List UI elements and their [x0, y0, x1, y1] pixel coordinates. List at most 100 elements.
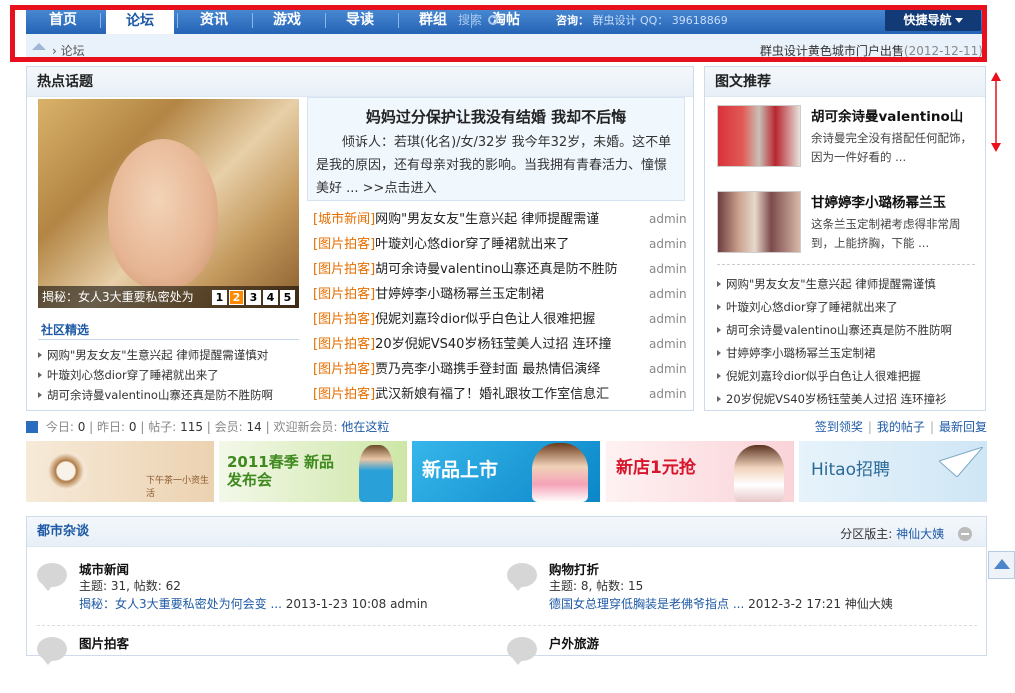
- list-item[interactable]: 20岁倪妮VS40岁杨钰莹美人过招 连环撞衫: [717, 388, 981, 411]
- category-tag[interactable]: [图片拍客]: [313, 382, 375, 407]
- banner-ad-new-arrivals[interactable]: 新品上市: [412, 441, 600, 502]
- topic-author[interactable]: admin: [649, 357, 687, 382]
- table-row[interactable]: [城市新闻] 网购"男友女友"生意兴起 律师提醒需谨 admin: [313, 207, 687, 232]
- forum-name[interactable]: 城市新闻: [79, 559, 129, 578]
- topic-title[interactable]: 武汉新娘有福了！婚礼跟妆工作室信息汇: [375, 382, 649, 407]
- slideshow-caption-text[interactable]: 揭秘：女人3大重要私密处为: [42, 290, 194, 304]
- picture-thumbnail[interactable]: [717, 105, 801, 167]
- last-post-prefix[interactable]: 揭秘：: [79, 597, 115, 611]
- topic-title[interactable]: 网购"男友女友"生意兴起 律师提醒需谨: [375, 207, 649, 232]
- list-item-title[interactable]: 20岁倪妮VS40岁杨钰莹美人过招 连环撞衫: [726, 392, 947, 406]
- last-post-title[interactable]: 德国女总理穿低胸装是老佛爷指点 ...: [549, 597, 744, 611]
- category-tag[interactable]: [图片拍客]: [313, 232, 375, 257]
- topic-author[interactable]: admin: [649, 207, 687, 232]
- topic-author[interactable]: admin: [649, 307, 687, 332]
- search-icon[interactable]: [488, 15, 499, 25]
- topic-title[interactable]: 甘婷婷李小璐杨幂兰玉定制裙: [375, 282, 649, 307]
- list-item[interactable]: 叶璇刘心悠dior穿了睡裙就出来了: [717, 296, 981, 319]
- topic-title[interactable]: 叶璇刘心悠dior穿了睡裙就出来了: [375, 232, 649, 257]
- collapse-icon[interactable]: [958, 527, 972, 541]
- forum-item-photo[interactable]: 图片拍客: [37, 633, 477, 693]
- pager-1[interactable]: 1: [212, 290, 227, 305]
- notice-text[interactable]: 群虫设计黄色城市门户出售: [760, 44, 904, 58]
- picture-title[interactable]: 甘婷婷李小璐杨幂兰玉: [811, 191, 979, 211]
- list-item-title[interactable]: 甘婷婷李小璐杨幂兰玉定制裙: [726, 346, 876, 360]
- list-item[interactable]: 胡可余诗曼valentino山寨还真是防不胜防啊: [717, 319, 981, 342]
- list-item-title[interactable]: 叶璇刘心悠dior穿了睡裙就出来了: [47, 368, 219, 382]
- topic-author[interactable]: admin: [649, 282, 687, 307]
- picture-item[interactable]: 甘婷婷李小璐杨幂兰玉 这条兰玉定制裙考虑得非常周到，上能挤胸，下能 ...: [717, 191, 979, 261]
- nav-search[interactable]: 搜索: [458, 11, 499, 28]
- last-post-title[interactable]: 女人3大重要私密处为何会变 ...: [115, 597, 282, 611]
- latest-replies-link[interactable]: 最新回复: [939, 420, 987, 434]
- slideshow-image[interactable]: 揭秘：女人3大重要私密处为 1 2 3 4 5: [38, 99, 299, 308]
- category-tag[interactable]: [图片拍客]: [313, 282, 375, 307]
- banner-ad-hitao-jobs[interactable]: Hitao招聘: [799, 441, 987, 502]
- table-row[interactable]: [图片拍客] 贾乃亮李小璐携手登封面 最热情侣演绎 admin: [313, 357, 687, 382]
- table-row[interactable]: [图片拍客] 20岁倪妮VS40岁杨钰莹美人过招 连环撞 admin: [313, 332, 687, 357]
- notice[interactable]: 群虫设计黄色城市门户出售(2012-12-11): [760, 42, 983, 59]
- category-tag[interactable]: [城市新闻]: [313, 207, 375, 232]
- featured-body[interactable]: 倾诉人：若琪(化名)/女/32岁 我今年32岁，未婚。这不单是我的原因，还有母亲…: [308, 127, 684, 200]
- back-to-top-button[interactable]: [988, 551, 1015, 579]
- list-item-title[interactable]: 胡可余诗曼valentino山寨还真是防不胜防啊: [47, 388, 273, 402]
- table-row[interactable]: [图片拍客] 武汉新娘有福了！婚礼跟妆工作室信息汇 admin: [313, 382, 687, 407]
- quick-nav-button[interactable]: 快捷导航: [885, 9, 981, 31]
- topic-title[interactable]: 倪妮刘嘉玲dior似乎白色让人很难把握: [375, 307, 649, 332]
- list-item[interactable]: 甘婷婷李小璐杨幂兰玉定制裙: [717, 342, 981, 365]
- list-item-title[interactable]: 倪妮刘嘉玲dior似乎白色让人很难把握: [726, 369, 921, 383]
- newest-member-link[interactable]: 他在这粒: [341, 420, 389, 434]
- featured-title[interactable]: 妈妈过分保护让我没有结婚 我却不后悔: [308, 106, 684, 127]
- breadcrumb-forum[interactable]: 论坛: [61, 44, 85, 58]
- category-tag[interactable]: [图片拍客]: [313, 357, 375, 382]
- table-row[interactable]: [图片拍客] 胡可余诗曼valentino山寨还真是防不胜防 admin: [313, 257, 687, 282]
- banner-ad-spring-launch[interactable]: 2011春季 新品发布会: [219, 441, 407, 502]
- topic-title[interactable]: 20岁倪妮VS40岁杨钰莹美人过招 连环撞: [375, 332, 649, 357]
- list-item[interactable]: 网购"男友女友"生意兴起 律师提醒需谨慎对: [38, 345, 303, 365]
- nav-item-news[interactable]: 资讯: [179, 6, 249, 34]
- list-item[interactable]: 胡可余诗曼valentino山寨还真是防不胜防啊: [38, 385, 303, 405]
- category-tag[interactable]: [图片拍客]: [313, 307, 375, 332]
- topic-title[interactable]: 贾乃亮李小璐携手登封面 最热情侣演绎: [375, 357, 649, 382]
- checkin-link[interactable]: 签到领奖: [815, 420, 863, 434]
- pager-2[interactable]: 2: [229, 290, 244, 305]
- picture-item[interactable]: 胡可余诗曼valentino山 余诗曼完全没有搭配任何配饰，因为一件好看的 ..…: [717, 105, 979, 175]
- list-item-title[interactable]: 网购"男友女友"生意兴起 律师提醒需谨慎对: [47, 348, 268, 362]
- list-item[interactable]: 倪妮刘嘉玲dior似乎白色让人很难把握: [717, 365, 981, 388]
- my-posts-link[interactable]: 我的帖子: [877, 420, 925, 434]
- banner-ad-afternoon-tea[interactable]: 下午茶一小资生活: [26, 441, 214, 502]
- slideshow-caption[interactable]: 揭秘：女人3大重要私密处为 1 2 3 4 5: [38, 286, 299, 308]
- forum-name[interactable]: 购物打折: [549, 559, 599, 578]
- list-item[interactable]: 网购"男友女友"生意兴起 律师提醒需谨慎: [717, 273, 981, 296]
- topic-author[interactable]: admin: [649, 332, 687, 357]
- table-row[interactable]: [图片拍客] 甘婷婷李小璐杨幂兰玉定制裙 admin: [313, 282, 687, 307]
- picture-thumbnail[interactable]: [717, 191, 801, 253]
- home-icon[interactable]: [32, 43, 46, 50]
- nav-item-home[interactable]: 首页: [28, 6, 98, 34]
- banner-ad-one-yuan[interactable]: 新店1元抢: [606, 441, 794, 502]
- pager-5[interactable]: 5: [280, 290, 295, 305]
- pager-3[interactable]: 3: [246, 290, 261, 305]
- topic-author[interactable]: admin: [649, 257, 687, 282]
- moderator-link[interactable]: 神仙大姨: [896, 527, 944, 541]
- table-row[interactable]: [图片拍客] 叶璇刘心悠dior穿了睡裙就出来了 admin: [313, 232, 687, 257]
- forum-item-city-news[interactable]: 城市新闻 主题: 31, 帖数: 62 揭秘：女人3大重要私密处为何会变 ...…: [37, 559, 477, 619]
- list-item-title[interactable]: 胡可余诗曼valentino山寨还真是防不胜防啊: [726, 323, 952, 337]
- table-row[interactable]: [图片拍客] 倪妮刘嘉玲dior似乎白色让人很难把握 admin: [313, 307, 687, 332]
- forum-item-shopping[interactable]: 购物打折 主题: 8, 帖数: 15 德国女总理穿低胸装是老佛爷指点 ... 2…: [507, 559, 947, 619]
- topic-author[interactable]: admin: [649, 232, 687, 257]
- list-item[interactable]: 叶璇刘心悠dior穿了睡裙就出来了: [38, 365, 303, 385]
- list-item-title[interactable]: 网购"男友女友"生意兴起 律师提醒需谨慎: [726, 277, 936, 291]
- topic-title[interactable]: 胡可余诗曼valentino山寨还真是防不胜防: [375, 257, 649, 282]
- nav-item-forum[interactable]: 论坛: [106, 9, 174, 34]
- category-tag[interactable]: [图片拍客]: [313, 332, 375, 357]
- topic-author[interactable]: admin: [649, 382, 687, 407]
- picture-title[interactable]: 胡可余诗曼valentino山: [811, 105, 979, 125]
- list-item-title[interactable]: 叶璇刘心悠dior穿了睡裙就出来了: [726, 300, 898, 314]
- forum-name[interactable]: 图片拍客: [79, 633, 129, 652]
- forum-name[interactable]: 户外旅游: [549, 633, 599, 652]
- pager-4[interactable]: 4: [263, 290, 278, 305]
- nav-item-games[interactable]: 游戏: [252, 6, 322, 34]
- nav-item-guide[interactable]: 导读: [325, 6, 395, 34]
- forum-item-outdoor[interactable]: 户外旅游: [507, 633, 947, 693]
